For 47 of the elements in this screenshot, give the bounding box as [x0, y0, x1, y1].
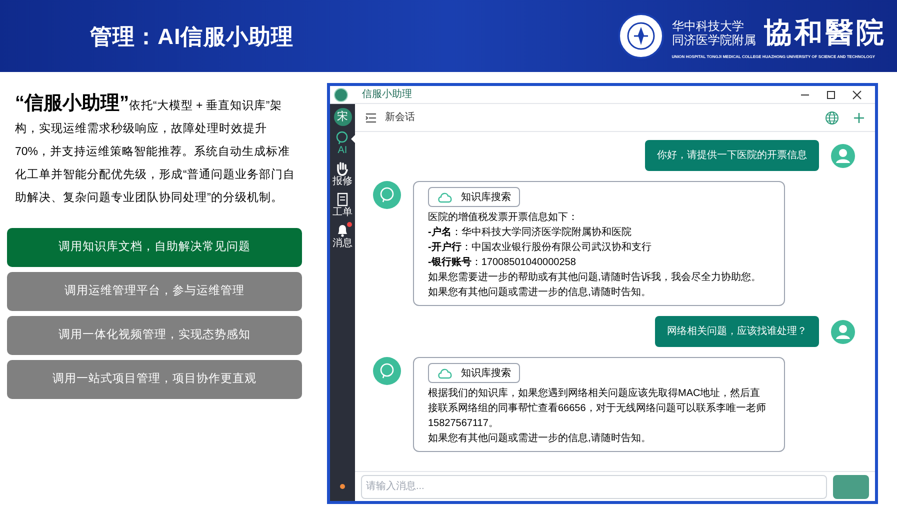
- message-input-field[interactable]: 请输入消息...: [361, 474, 827, 498]
- message-text: -户名：华中科技大学同济医学院附属协和医院: [428, 225, 632, 240]
- sidebar-nav-item[interactable]: AI: [330, 130, 355, 157]
- close-icon[interactable]: [851, 88, 863, 100]
- slide-title: 管理：AI信服小助理: [90, 22, 294, 50]
- message-text: 如果您有其他问题或需进一步的信息,请随时告知。: [428, 286, 652, 300]
- hospital-name: 協和醫院: [764, 15, 887, 51]
- option-button[interactable]: 调用一站式项目管理，项目协作更直观: [7, 360, 302, 399]
- send-button[interactable]: [833, 474, 869, 498]
- window-title: 信服小助理: [362, 88, 412, 102]
- university-name: 华中科技大学: [672, 19, 745, 33]
- message-text: 如果您有其他问题或需进一步的信息,请随时告知。: [428, 432, 652, 446]
- tool-name: 知识库搜索: [461, 190, 511, 204]
- menu-icon[interactable]: [365, 112, 377, 124]
- user-avatar-icon: [831, 320, 855, 344]
- user-message-bubble: 你好，请提供一下医院的开票信息: [645, 140, 819, 171]
- message-text: -开户行：中国农业银行股份有限公司武汉协和支行: [428, 240, 652, 255]
- hand-icon: [335, 161, 350, 176]
- message-text: -银行账号：17008501040000258: [428, 256, 577, 270]
- sidebar-nav-item[interactable]: 报修: [330, 161, 355, 188]
- add-icon[interactable]: [853, 112, 865, 124]
- clipboard-icon: [335, 192, 350, 207]
- cloud-icon: [437, 367, 453, 379]
- cloud-icon: [437, 191, 453, 203]
- message-text: 如果您需要进一步的帮助或有其他问题,请随时告诉我，我会尽全力协助您。: [428, 270, 762, 285]
- intro-text: “信服小助理”依托“大模型 + 垂直知识库”架构，实现运维需求秒级响应，故障处理时效提升 70%，并支持运维策略智能推荐。系统自动生成标准化工单并智能分配优先级，形成“普通问题业务部门自助解决、复杂问题专业团队协同处理”的分级机制。: [15, 92, 296, 206]
- assistant-avatar-icon: [373, 357, 401, 385]
- option-button[interactable]: 调用一体化视频管理，实现态势感知: [7, 316, 302, 355]
- assistant-avatar-icon: [373, 181, 401, 209]
- sidebar-nav-item[interactable]: 消息: [330, 223, 355, 250]
- app-logo-icon: [334, 88, 348, 102]
- tool-name: 知识库搜索: [461, 366, 511, 380]
- conversation-title: 新会话: [385, 110, 415, 125]
- user-avatar-icon: [831, 144, 855, 168]
- option-button[interactable]: 调用知识库文档，自助解决常见问题: [7, 228, 302, 267]
- maximize-icon[interactable]: [825, 88, 837, 100]
- globe-icon[interactable]: [825, 110, 839, 124]
- college-name: 同济医学院附属: [672, 33, 756, 47]
- selection-pointer: [351, 135, 355, 143]
- message-text: 根据我们的知识库，如果您遇到网络相关问题应该先取得MAC地址，然后直接联系网络组的同事帮忙查看66656，对于无线网络问题可以联系李唯一老师15827567117。: [428, 386, 767, 431]
- ai-icon: [335, 130, 350, 145]
- sidebar-nav-item[interactable]: 工单: [330, 192, 355, 219]
- message-text: 医院的增值税发票开票信息如下：: [428, 210, 579, 225]
- user-message-bubble: 网络相关问题，应该找谁处理？: [655, 316, 819, 347]
- seal-icon: [618, 13, 664, 59]
- option-button[interactable]: 调用运维管理平台，参与运维管理: [7, 272, 302, 311]
- user-avatar: 宋: [334, 108, 352, 126]
